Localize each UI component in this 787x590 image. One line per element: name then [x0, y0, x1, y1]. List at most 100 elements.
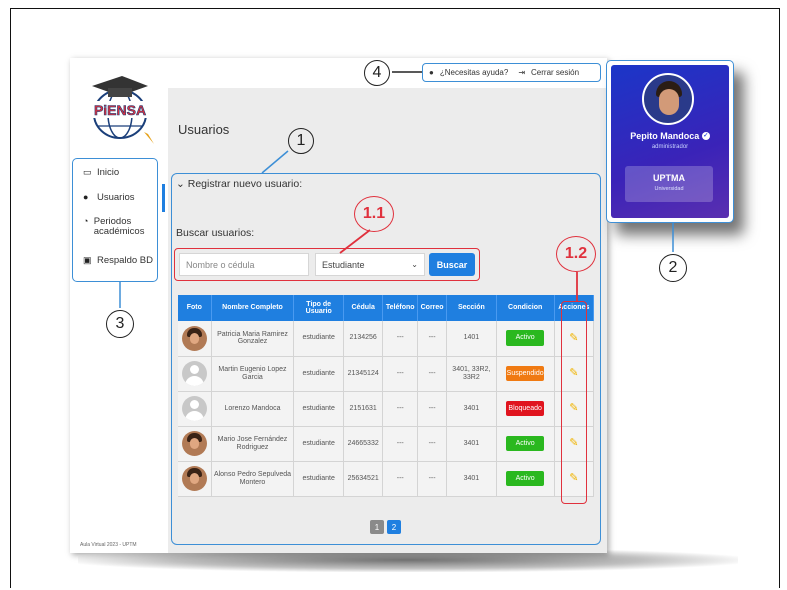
- cell-correo: ---: [417, 391, 448, 427]
- table-header-row: Foto Nombre Completo Tipo de Usuario Céd…: [178, 295, 595, 321]
- cell-telefono: ---: [382, 321, 419, 357]
- cell-seccion: 3401, 33R2, 33R2: [446, 356, 497, 392]
- cell-condicion: Bloqueado: [496, 391, 555, 427]
- cell-foto: [178, 391, 212, 427]
- profile-name: Pepito Mandoca: [630, 131, 700, 141]
- avatar: [181, 325, 207, 351]
- sidebar-footer: Aula Virtual 2023 - UPTM: [80, 542, 137, 548]
- avatar: [181, 361, 207, 386]
- piensa-logo: PiENSA: [78, 64, 162, 150]
- cell-foto: [178, 356, 212, 392]
- page-button-1[interactable]: 1: [370, 520, 384, 534]
- table-row: Alonso Pedro Sepulveda Montero estudiante…: [178, 461, 595, 497]
- avatar: [181, 396, 207, 421]
- cell-foto: [178, 321, 212, 357]
- cell-foto: [178, 426, 212, 462]
- sidebar-item-label: Respaldo BD: [97, 255, 153, 266]
- org-name: UPTMA: [653, 173, 685, 183]
- cell-cedula: 25634521: [343, 461, 384, 497]
- status-badge: Activo: [506, 435, 545, 452]
- callout-3: 3: [106, 310, 134, 338]
- cell-telefono: ---: [382, 356, 419, 392]
- status-badge: Suspendido: [506, 365, 545, 382]
- cell-nombre: Patricia Maria Ramirez Gonzalez: [211, 321, 295, 357]
- sidebar-item-usuarios[interactable]: ● Usuarios: [83, 192, 135, 203]
- page-button-2[interactable]: 2: [387, 520, 401, 534]
- cell-correo: ---: [417, 321, 448, 357]
- col-cedula: Cédula: [343, 295, 384, 321]
- search-label: Buscar usuarios:: [176, 227, 255, 239]
- search-button[interactable]: Buscar: [429, 253, 475, 276]
- clock-icon: ◔: [83, 216, 89, 226]
- cell-cedula: 2134256: [343, 321, 384, 357]
- table-row: Patricia Maria Ramirez Gonzalez estudiant…: [178, 321, 595, 357]
- callout-2: 2: [659, 254, 687, 282]
- col-foto: Foto: [178, 295, 212, 321]
- cell-cedula: 21345124: [343, 356, 384, 392]
- profile-name-row: Pepito Mandoca ✓: [611, 131, 729, 141]
- callout-1: 1: [288, 128, 314, 154]
- col-correo: Correo: [417, 295, 448, 321]
- cell-seccion: 3401: [446, 461, 497, 497]
- col-condicion: Condicion: [496, 295, 555, 321]
- active-nav-indicator: [162, 184, 165, 212]
- cell-nombre: Martin Eugenio Lopez Garcia: [211, 356, 295, 392]
- verified-icon: ✓: [701, 132, 710, 140]
- cell-seccion: 3401: [446, 426, 497, 462]
- users-table: Foto Nombre Completo Tipo de Usuario Céd…: [178, 295, 595, 497]
- cell-nombre: Alonso Pedro Sepulveda Montero: [211, 461, 295, 497]
- avatar: [181, 466, 207, 491]
- table-row: Lorenzo Mandoca estudiante 2151631 --- --- 34…: [178, 391, 595, 427]
- cell-condicion: Activo: [496, 461, 555, 497]
- database-icon: ▣: [83, 255, 92, 265]
- profile-card: Pepito Mandoca ✓ administrador UPTMA Uni…: [606, 60, 734, 223]
- sidebar-item-label: Periodos académicos: [93, 216, 145, 237]
- register-toggle[interactable]: ⌄ Registrar nuevo usuario:: [176, 178, 302, 190]
- cell-condicion: Suspendido: [496, 356, 555, 392]
- callout-4: 4: [364, 60, 390, 86]
- pagination: 12: [370, 520, 401, 534]
- role-select-value: Estudiante: [322, 259, 365, 270]
- help-link[interactable]: ¿Necesitas ayuda?: [440, 68, 508, 77]
- cell-correo: ---: [417, 356, 448, 392]
- table-body: Patricia Maria Ramirez Gonzalez estudiant…: [178, 321, 595, 497]
- cell-foto: [178, 461, 212, 497]
- calendar-icon: ▭: [83, 167, 92, 177]
- cell-correo: ---: [417, 426, 448, 462]
- sidebar-item-periodos[interactable]: ◔ Periodos académicos: [83, 216, 155, 237]
- chevron-down-icon: ⌄: [411, 260, 418, 269]
- org-type: Universidad: [654, 186, 684, 192]
- sidebar-item-inicio[interactable]: ▭ Inicio: [83, 167, 119, 178]
- table-row: Mario Jose Fernández Rodriguez estudiante…: [178, 426, 595, 462]
- profile-role: administrador: [651, 144, 689, 150]
- status-badge: Activo: [506, 330, 545, 347]
- register-label: Registrar nuevo usuario:: [187, 178, 303, 190]
- cell-correo: ---: [417, 461, 448, 497]
- status-badge: Activo: [506, 470, 545, 487]
- cell-tipo: estudiante: [293, 321, 345, 357]
- profile-card-body: Pepito Mandoca ✓ administrador UPTMA Uni…: [611, 65, 729, 218]
- sidebar-item-label: Usuarios: [97, 192, 135, 203]
- cell-condicion: Activo: [496, 426, 555, 462]
- cell-telefono: ---: [382, 391, 419, 427]
- header-actions: ● ¿Necesitas ayuda? ⇥ Cerrar sesión: [422, 63, 601, 82]
- callout-1-1: 1.1: [354, 196, 394, 232]
- col-telefono: Teléfono: [382, 295, 419, 321]
- sidebar-item-respaldo[interactable]: ▣ Respaldo BD: [83, 255, 153, 266]
- search-input[interactable]: [179, 253, 309, 276]
- cell-seccion: 3401: [446, 391, 497, 427]
- org-card[interactable]: UPTMA Universidad: [625, 166, 713, 202]
- callout-1-2: 1.2: [556, 236, 596, 272]
- cell-tipo: estudiante: [293, 391, 345, 427]
- search-form: Estudiante ⌄ Buscar: [174, 248, 480, 281]
- actions-highlight: [561, 301, 587, 504]
- col-seccion: Sección: [446, 295, 497, 321]
- cell-condicion: Activo: [496, 321, 555, 357]
- user-icon: ●: [83, 192, 89, 202]
- role-select[interactable]: Estudiante ⌄: [315, 253, 425, 276]
- sidebar-item-label: Inicio: [97, 167, 120, 178]
- cell-seccion: 1401: [446, 321, 497, 357]
- cell-cedula: 2151631: [343, 391, 384, 427]
- logout-link[interactable]: Cerrar sesión: [531, 68, 579, 77]
- users-panel: ⌄ Registrar nuevo usuario: Buscar usuari…: [171, 173, 601, 545]
